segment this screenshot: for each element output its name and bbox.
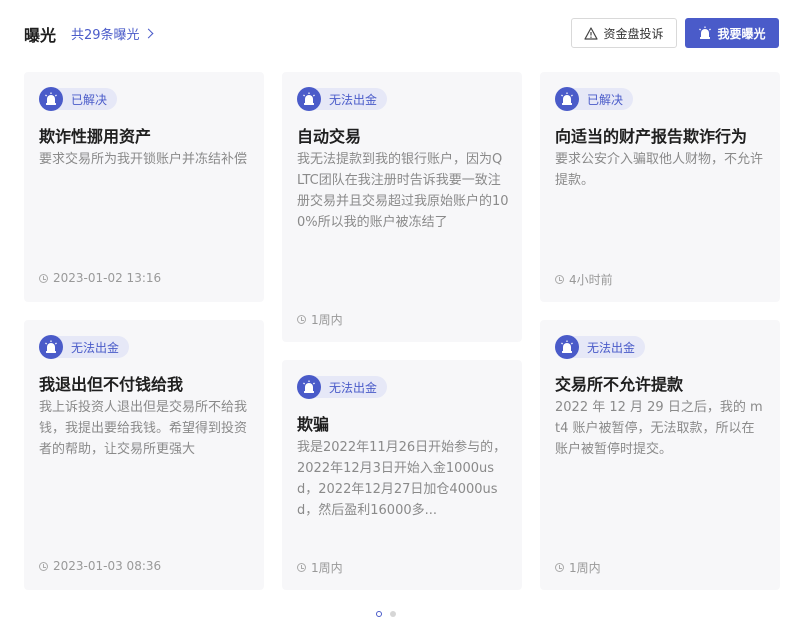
card-timestamp: 1周内	[555, 559, 601, 576]
status-badge: 无法出金	[39, 335, 130, 359]
status-label: 无法出金	[329, 380, 378, 395]
chevron-right-icon	[143, 28, 153, 39]
card-title: 向适当的财产报告欺诈行为	[555, 127, 748, 146]
card-timestamp: 1周内	[297, 559, 343, 576]
siren-icon	[699, 26, 712, 39]
card-title: 欺骗	[297, 415, 330, 434]
card-title: 自动交易	[297, 127, 362, 146]
page-header: 曝光 共29条曝光 资金盘投诉 我要曝光	[0, 0, 785, 64]
timestamp-label: 1周内	[311, 313, 343, 327]
exposure-card[interactable]: 无法出金 欺骗 我是2022年11月26日开始参与的，2022年12月3日开始入…	[282, 360, 522, 590]
exposure-card[interactable]: 无法出金 交易所不允许提款 2022 年 12 月 29 日之后，我的 mt4 …	[540, 320, 780, 590]
siren-icon	[555, 335, 579, 359]
clock-icon	[555, 275, 564, 284]
card-title: 欺诈性挪用资产	[39, 127, 152, 146]
siren-icon	[39, 335, 63, 359]
card-timestamp: 4小时前	[555, 271, 613, 288]
expose-button-label: 我要曝光	[717, 26, 766, 41]
timestamp-label: 1周内	[569, 561, 601, 575]
status-label: 已解决	[71, 92, 108, 107]
status-label: 无法出金	[71, 340, 120, 355]
status-label: 无法出金	[329, 92, 378, 107]
page-title: 曝光	[24, 26, 57, 45]
status-badge: 已解决	[555, 87, 634, 111]
clock-icon	[39, 561, 48, 571]
timestamp-label: 2023-01-03 08:36	[53, 559, 162, 573]
card-description: 要求公安介入骗取他人财物，不允许提款。	[555, 152, 764, 188]
card-description: 要求交易所为我开锁账户并冻结补偿	[39, 152, 248, 167]
exposure-card[interactable]: 无法出金 自动交易 我无法提款到我的银行账户，因为QLTC团队在我注册时告诉我要…	[282, 72, 522, 342]
card-timestamp: 1周内	[297, 311, 343, 328]
ponzi-complaint-button[interactable]: 资金盘投诉	[571, 18, 677, 48]
card-timestamp: 2023-01-03 08:36	[39, 559, 161, 573]
warning-icon	[584, 26, 599, 40]
card-title: 交易所不允许提款	[555, 375, 684, 394]
clock-icon	[39, 273, 48, 283]
timestamp-label: 4小时前	[569, 273, 613, 287]
siren-icon	[297, 375, 321, 399]
carousel-pagination	[376, 611, 396, 617]
exposure-count-label: 共29条曝光	[71, 28, 140, 43]
siren-icon	[297, 87, 321, 111]
timestamp-label: 1周内	[311, 561, 343, 575]
siren-icon	[555, 87, 579, 111]
complaint-button-label: 资金盘投诉	[603, 26, 664, 41]
siren-icon	[39, 87, 63, 111]
card-description: 2022 年 12 月 29 日之后，我的 mt4 账户被暂停，无法取款，所以在…	[555, 400, 763, 457]
clock-icon	[297, 315, 306, 324]
clock-icon	[297, 563, 306, 572]
card-description: 我上诉投资人退出但是交易所不给我钱，我提出要给我钱。希望得到投资者的帮助，让交易…	[39, 400, 248, 457]
card-description: 我是2022年11月26日开始参与的，2022年12月3日开始入金1000usd…	[297, 440, 507, 518]
card-title: 我退出但不付钱给我	[39, 375, 184, 394]
timestamp-label: 2023-01-02 13:16	[53, 271, 162, 285]
status-label: 已解决	[587, 92, 624, 107]
card-timestamp: 2023-01-02 13:16	[39, 271, 161, 285]
status-badge: 无法出金	[555, 335, 646, 359]
exposure-count-link[interactable]: 共29条曝光	[71, 24, 153, 43]
exposure-card[interactable]: 已解决 欺诈性挪用资产 要求交易所为我开锁账户并冻结补偿 2023-01-02 …	[24, 72, 264, 302]
card-description: 我无法提款到我的银行账户，因为QLTC团队在我注册时告诉我要一致注册交易并且交易…	[297, 152, 509, 230]
pagination-dot-1[interactable]	[376, 611, 382, 617]
exposure-card[interactable]: 已解决 向适当的财产报告欺诈行为 要求公安介入骗取他人财物，不允许提款。 4小时…	[540, 72, 780, 302]
pagination-dot-2[interactable]	[390, 611, 396, 617]
status-label: 无法出金	[587, 340, 636, 355]
status-badge: 无法出金	[297, 375, 388, 399]
status-badge: 无法出金	[297, 87, 388, 111]
status-badge: 已解决	[39, 87, 118, 111]
clock-icon	[555, 563, 564, 572]
exposure-card[interactable]: 无法出金 我退出但不付钱给我 我上诉投资人退出但是交易所不给我钱，我提出要给我钱…	[24, 320, 264, 590]
expose-button[interactable]: 我要曝光	[685, 18, 779, 48]
